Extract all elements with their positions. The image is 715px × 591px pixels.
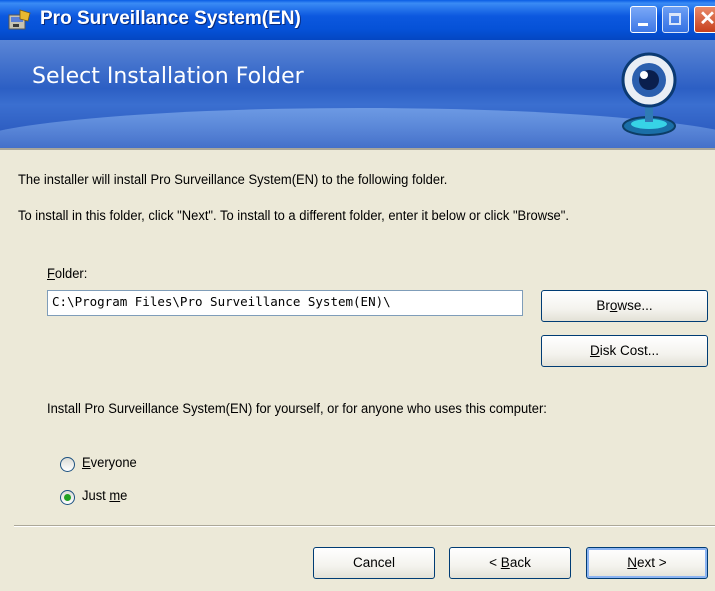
intro-text: The installer will install Pro Surveilla…	[18, 172, 448, 187]
cancel-button[interactable]: Cancel	[313, 547, 435, 579]
browse-label-pre: Br	[596, 298, 610, 313]
folder-path-input[interactable]: C:\Program Files\Pro Surveillance System…	[47, 290, 523, 316]
justme-pre: Just	[82, 488, 110, 503]
next-button[interactable]: Next >	[586, 547, 708, 579]
radio-just-me-button[interactable]	[60, 490, 75, 505]
title-bar[interactable]: Pro Surveillance System(EN) ✕	[0, 0, 715, 40]
minimize-button[interactable]	[630, 6, 657, 33]
next-label-accel: N	[627, 555, 638, 570]
disk-cost-button[interactable]: Disk Cost...	[541, 335, 708, 367]
folder-label-rest: older:	[54, 266, 88, 281]
maximize-icon	[669, 13, 681, 25]
next-label-post: ext >	[637, 555, 667, 570]
installer-window: Pro Surveillance System(EN) ✕ Select Ins…	[0, 0, 715, 591]
everyone-accel: E	[82, 455, 91, 470]
instruction-text: To install in this folder, click "Next".…	[18, 208, 569, 223]
maximize-button[interactable]	[662, 6, 689, 33]
install-scope-question: Install Pro Surveillance System(EN) for …	[47, 401, 547, 416]
close-icon: ✕	[699, 8, 715, 30]
back-button[interactable]: < Back	[449, 547, 571, 579]
webcam-icon	[621, 52, 677, 136]
browse-label-post: wse...	[617, 298, 653, 313]
page-title: Select Installation Folder	[32, 64, 304, 89]
header-banner: Select Installation Folder	[0, 40, 715, 148]
radio-everyone-button[interactable]	[60, 457, 75, 472]
installer-app-icon	[8, 9, 31, 30]
back-label-pre: <	[489, 555, 501, 570]
justme-post: e	[120, 488, 128, 503]
dialog-content: The installer will install Pro Surveilla…	[0, 150, 715, 591]
folder-label: Folder:	[47, 266, 87, 281]
minimize-icon	[638, 23, 648, 26]
back-label-post: ack	[509, 555, 531, 570]
window-title: Pro Surveillance System(EN)	[40, 8, 301, 29]
justme-accel: m	[109, 488, 121, 503]
back-label-accel: B	[500, 555, 510, 570]
disk-cost-label-accel: D	[589, 343, 600, 358]
banner-wave-decoration	[0, 108, 715, 148]
disk-cost-label-rest: isk Cost...	[599, 343, 659, 358]
browse-button[interactable]: Browse...	[541, 290, 708, 322]
footer-separator	[14, 525, 715, 527]
close-button[interactable]: ✕	[694, 6, 715, 33]
radio-everyone-label[interactable]: Everyone	[82, 455, 137, 470]
radio-just-me-label[interactable]: Just me	[82, 488, 127, 503]
radio-selected-dot	[64, 494, 71, 501]
everyone-rest: veryone	[90, 455, 137, 470]
